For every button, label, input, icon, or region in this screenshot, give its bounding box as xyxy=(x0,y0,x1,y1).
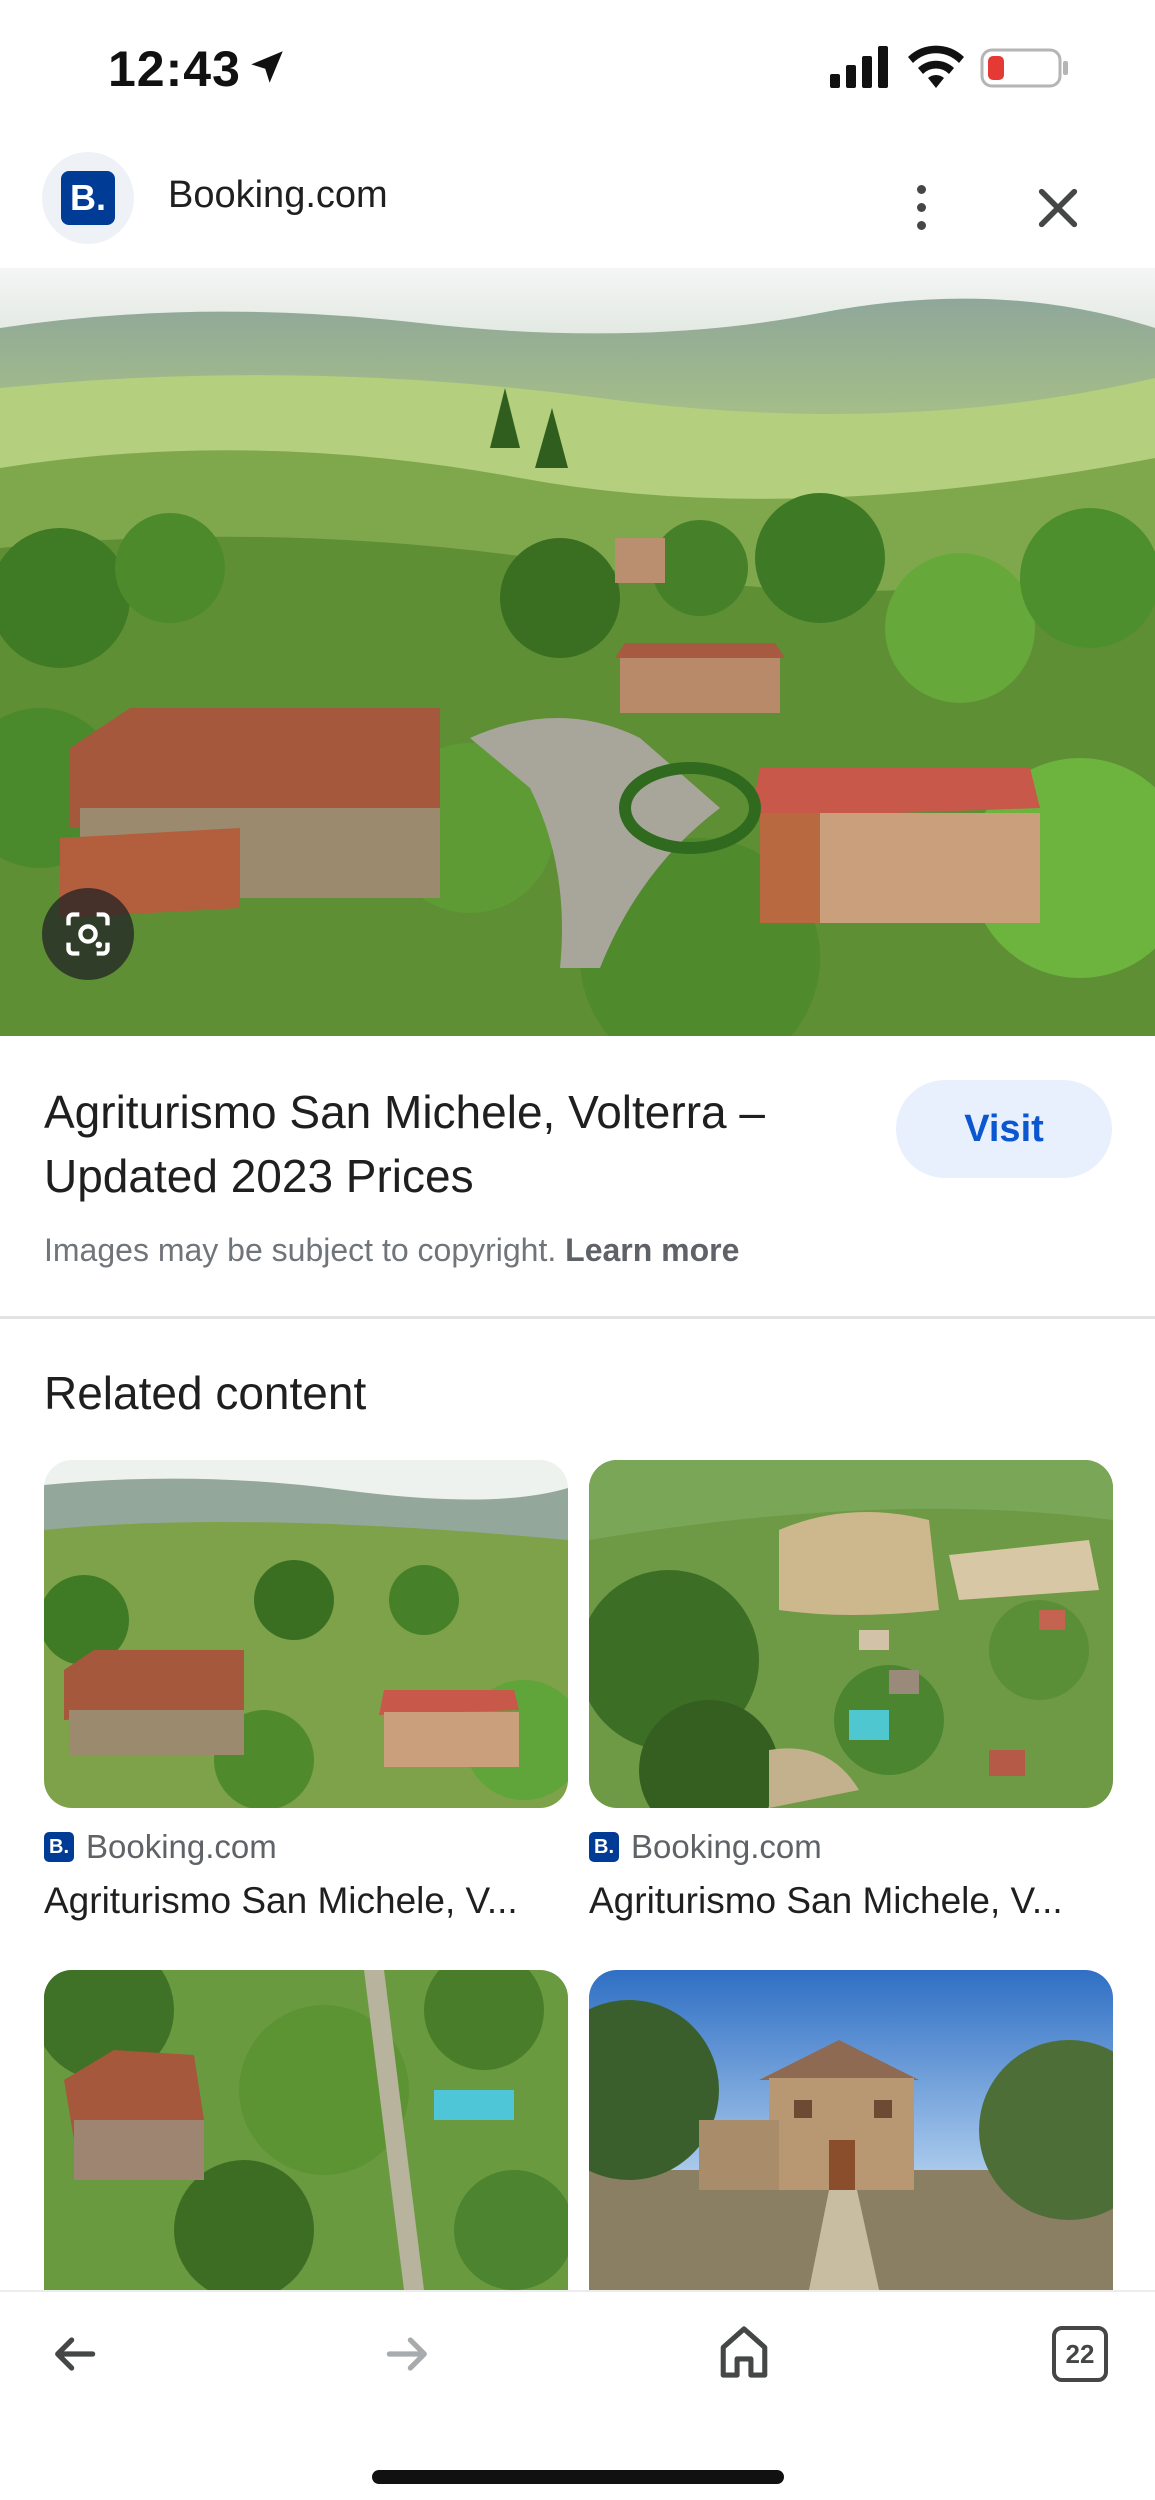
lens-search-button[interactable] xyxy=(42,888,134,980)
home-indicator[interactable] xyxy=(372,2470,784,2484)
result-title: Agriturismo San Michele, Volterra – Upda… xyxy=(44,1086,765,1202)
site-logo[interactable]: B. xyxy=(42,152,134,244)
status-time: 12:43 xyxy=(108,41,241,97)
related-card[interactable]: B. Booking.com Agriturismo San Michele, … xyxy=(44,1460,568,1922)
back-arrow-icon[interactable] xyxy=(46,2326,102,2382)
status-bar: 12:43 xyxy=(0,0,1155,135)
hero-image[interactable] xyxy=(0,268,1155,1036)
related-card-image[interactable] xyxy=(44,1970,568,2290)
related-card[interactable] xyxy=(589,1970,1113,2290)
lens-icon xyxy=(66,912,110,956)
tab-count: 22 xyxy=(1065,2338,1095,2369)
more-vert-icon xyxy=(916,184,926,194)
copyright-notice: Images may be subject to copyright. Lear… xyxy=(44,1232,739,1269)
copyright-text: Images may be subject to copyright. xyxy=(44,1232,557,1268)
related-card-title[interactable]: Agriturismo San Michele, V... xyxy=(589,1880,1113,1922)
aerial-landscape-image xyxy=(0,268,1155,1036)
site-name[interactable]: Booking.com xyxy=(168,174,388,217)
home-icon[interactable] xyxy=(716,2322,772,2382)
related-card[interactable] xyxy=(44,1970,568,2290)
related-card-source: B. Booking.com xyxy=(44,1824,568,1870)
cellular-signal-icon xyxy=(830,46,888,88)
close-icon[interactable] xyxy=(1030,180,1086,236)
booking-logo-icon: B. xyxy=(589,1832,619,1862)
wifi-icon xyxy=(908,45,964,88)
related-card[interactable]: B. Booking.com Agriturismo San Michele, … xyxy=(589,1460,1113,1922)
divider xyxy=(0,1316,1155,1319)
forward-arrow-icon[interactable] xyxy=(380,2326,436,2382)
visit-button[interactable]: Visit xyxy=(896,1080,1112,1178)
bottom-navigation-bar: 22 xyxy=(0,2290,1155,2500)
battery-low-icon xyxy=(980,48,1068,88)
tabs-button[interactable]: 22 xyxy=(1052,2326,1108,2382)
more-options-button[interactable] xyxy=(896,172,946,242)
related-content-heading: Related content xyxy=(44,1367,367,1419)
related-card-image[interactable] xyxy=(589,1970,1113,2290)
viewer-header: B. Booking.com xyxy=(0,140,1155,270)
booking-logo-icon: B. xyxy=(44,1832,74,1862)
related-card-source-name: Booking.com xyxy=(631,1828,822,1865)
related-card-title[interactable]: Agriturismo San Michele, V... xyxy=(44,1880,568,1922)
related-card-source-name: Booking.com xyxy=(86,1828,277,1865)
related-card-image[interactable] xyxy=(589,1460,1113,1808)
related-card-source: B. Booking.com xyxy=(589,1824,1113,1870)
booking-logo-icon: B. xyxy=(61,171,115,225)
learn-more-link[interactable]: Learn more xyxy=(565,1232,739,1268)
related-card-image[interactable] xyxy=(44,1460,568,1808)
location-arrow-icon xyxy=(251,51,283,83)
